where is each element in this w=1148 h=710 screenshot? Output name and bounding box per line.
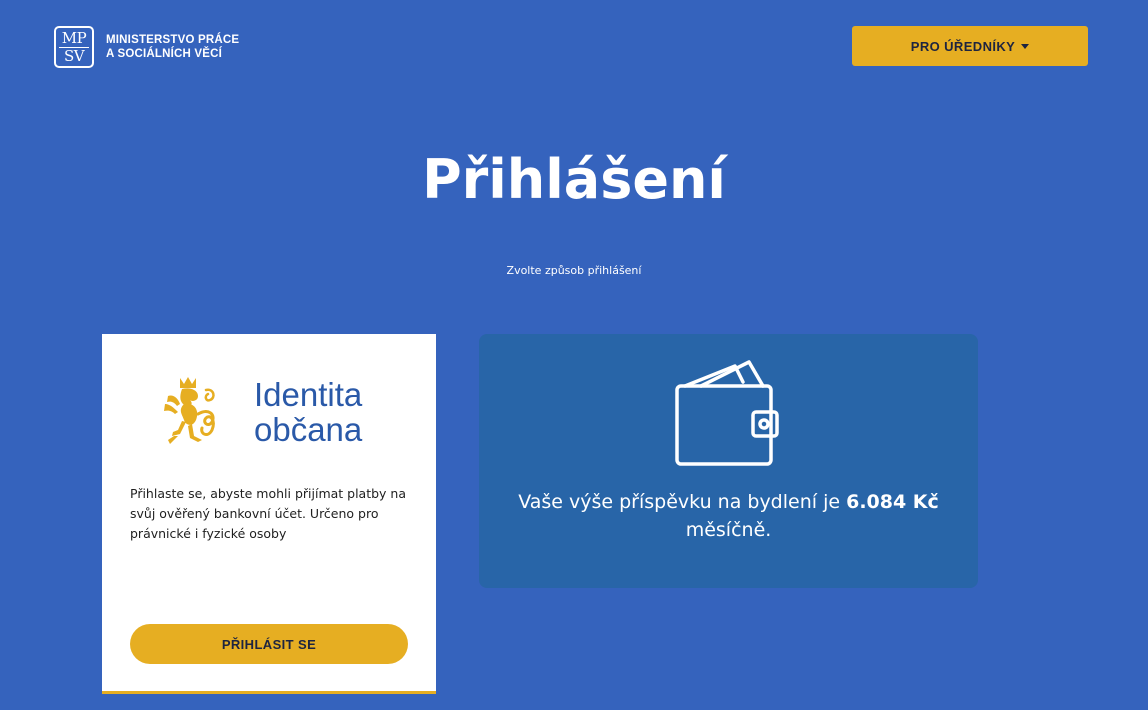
allowance-text-before: Vaše výše příspěvku na bydlení je (518, 491, 847, 513)
czech-lion-emblem-icon (164, 377, 215, 444)
housing-allowance-text: Vaše výše příspěvku na bydlení je 6.084 … (499, 488, 958, 544)
housing-allowance-info-card: Vaše výše příspěvku na bydlení je 6.084 … (479, 334, 978, 588)
logo-text-line2: A SOCIÁLNÍCH VĚCÍ (106, 48, 223, 60)
logo-mark-top: MP (61, 28, 87, 47)
for-officials-label: PRO ÚŘEDNÍKY (910, 38, 1016, 54)
citizen-identity-logo: Identita občana (160, 374, 362, 450)
identity-wordmark: Identita občana (254, 377, 362, 447)
identity-word-2: občana (254, 411, 363, 448)
identity-word-1: Identita (254, 376, 363, 413)
mpsv-logo[interactable]: MP SV MINISTERSTVO PRÁCE A SOCIÁLNÍCH VĚ… (54, 26, 239, 68)
login-button[interactable]: PŘIHLÁSIT SE (130, 624, 408, 664)
mpsv-logo-mark: MP SV (54, 26, 94, 68)
logo-mark-bottom: SV (63, 46, 85, 65)
allowance-text-after: měsíčně. (685, 519, 772, 541)
citizen-identity-card: Identita občana Přihlaste se, abyste moh… (102, 334, 436, 694)
allowance-amount: 6.084 Kč (846, 491, 939, 513)
login-method-subtitle: Zvolte způsob přihlášení (506, 264, 642, 277)
logo-text-line1: MINISTERSTVO PRÁCE (106, 34, 240, 46)
wallet-icon (675, 360, 779, 466)
for-officials-dropdown-button[interactable]: PRO ÚŘEDNÍKY (852, 26, 1088, 66)
page-title: Přihlášení (422, 148, 726, 211)
identity-card-description: Přihlaste se, abyste mohli přijímat plat… (130, 486, 407, 541)
login-page: MP SV MINISTERSTVO PRÁCE A SOCIÁLNÍCH VĚ… (0, 0, 1148, 710)
logo-text: MINISTERSTVO PRÁCE A SOCIÁLNÍCH VĚCÍ (106, 33, 239, 61)
caret-down-icon (1021, 44, 1030, 49)
